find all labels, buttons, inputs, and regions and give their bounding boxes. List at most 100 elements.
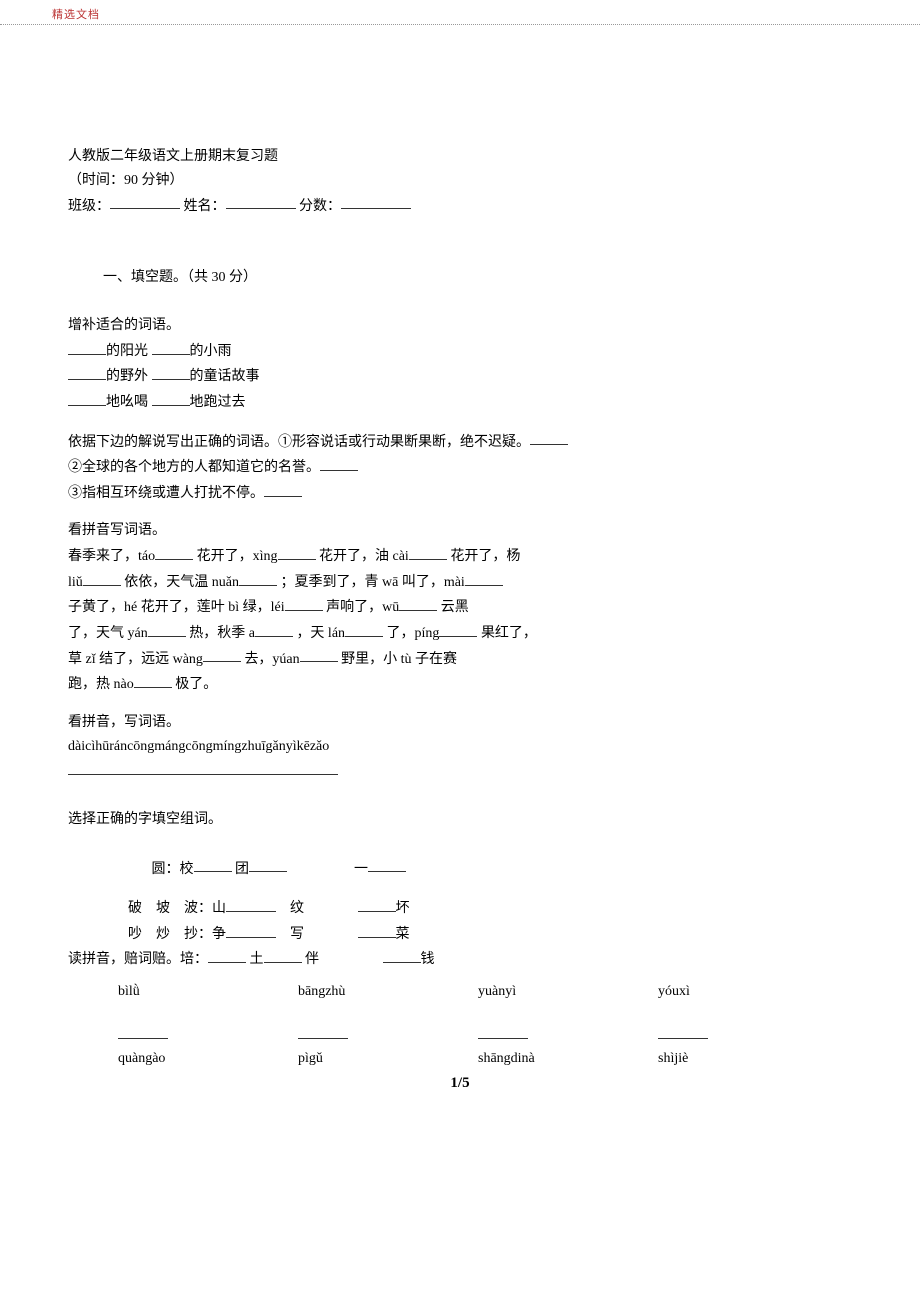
txt: 子黄了，hé 花开了，莲叶 bì [68,600,239,615]
blank [264,480,302,497]
label-class: 班级： [68,198,110,213]
blank [439,620,477,637]
txt: 的童话故事 [190,369,260,384]
q1-line2: 的野外 的童话故事 [68,363,852,389]
txt: 跑，热 nào [68,677,134,692]
blank [134,671,172,688]
q3-l6: 跑，热 nào 极了。 [68,671,852,697]
blank [208,946,246,963]
q5-r3: 吵 炒 抄：争 写 菜 [128,921,852,947]
cell: yóuxì [658,980,838,1004]
blank [152,338,190,355]
blank [278,543,316,560]
txt: 的阳光 [106,344,148,359]
txt: 春季来了，táo [68,549,155,564]
txt: 吵 炒 抄：争 [128,927,226,942]
txt: 云黑 [441,600,469,615]
page-number: 1/5 [68,1071,852,1097]
blank [320,454,358,471]
txt: 声响了，wū [326,600,399,615]
cell: quàngào [118,1047,298,1071]
txt: 依据下边的解说写出正确的词语。①形容说话或行动果断果断，绝不迟疑。 [68,434,530,449]
section-heading-1: 一、填空题。（共 30 分） [68,266,852,290]
txt: 花开了，油 cài [319,549,409,564]
txt: ②全球的各个地方的人都知道它的名誉。 [68,460,320,475]
pinyin-table: bìlǜ bāngzhù yuànyì yóuxì quàngào pìgǔ s… [118,980,852,1071]
blank [358,895,396,912]
blank-long [68,758,338,775]
pinyin-blank-row [118,1022,852,1048]
txt: 圆：校 [152,861,194,876]
txt: 结了，远远 wàng [99,651,203,666]
blank [368,856,406,873]
blank [300,646,338,663]
txt: 绿，léi [243,600,285,615]
txt: 菜 [396,927,410,942]
blank [118,1022,168,1039]
blank [249,856,287,873]
cell: yuànyì [478,980,658,1004]
txt: 破 坡 波：山 [128,901,226,916]
q2-line2: ②全球的各个地方的人都知道它的名誉。 [68,454,852,480]
txt: 了，píng [387,626,440,641]
blank [298,1022,348,1039]
blank-class [110,193,180,210]
blank [399,594,437,611]
q5-r2: 破 坡 波：山 纹 坏 [128,895,852,921]
label-name: 姓名： [184,198,226,213]
blank [358,921,396,938]
blank [409,543,447,560]
q3-l3: 子黄了，hé 花开了，莲叶 bì 绿，léi 声响了，wū 云黑 [68,594,852,620]
cell: bāngzhù [298,980,478,1004]
txt: 坏 [396,901,410,916]
q2-line1: 依据下边的解说写出正确的词语。①形容说话或行动果断果断，绝不迟疑。 [68,429,852,455]
q1-line3: 地吆喝 地跑过去 [68,389,852,415]
txt: 纹 [290,901,304,916]
q2-line3: ③指相互环绕或遭人打扰不停。 [68,480,852,506]
cell: bìlǜ [118,980,298,1004]
blank [478,1022,528,1039]
cell: shìjiè [658,1047,838,1071]
txt: 的小雨 [190,344,232,359]
watermark-text: 精选文档 [52,9,100,21]
txt: 依依，天气温 nuǎn [124,575,239,590]
q5-r4: 读拼音，赔词赔。培： 土 伴 钱 [68,946,852,972]
blank-score [341,193,411,210]
blank [255,620,293,637]
blank [68,363,106,380]
header-watermark: 精选文档 [0,0,920,25]
txt: 去，yúan [244,651,299,666]
txt: 子在赛 [415,651,457,666]
txt: ③指相互环绕或遭人打扰不停。 [68,486,264,501]
blank [465,569,503,586]
txt: 土 [250,952,264,967]
blank [239,569,277,586]
q1-line1: 的阳光 的小雨 [68,338,852,364]
txt: ，天 lán [296,626,345,641]
doc-title: 人教版二年级语文上册期末复习题 [68,145,852,169]
q4-blanks [68,758,852,784]
blank [148,620,186,637]
q3-l2: liǔ 依依，天气温 nuǎn ；夏季到了，青 wā 叫了，mài [68,569,852,595]
blank [658,1022,708,1039]
q3-l4: 了，天气 yán 热，秋季 a ，天 lán 了，píng 果红了， [68,620,852,646]
pinyin-row-2: quàngào pìgǔ shāngdinà shìjiè [118,1047,852,1071]
txt: 写 [290,927,304,942]
blank [194,856,232,873]
doc-subtitle: （时间：90 分钟） [68,169,852,193]
blank [152,389,190,406]
txt: ；夏季到了，青 wā 叫了，mài [281,575,465,590]
txt: 地跑过去 [190,395,246,410]
txt: 花开了，xìng [197,549,278,564]
q5-intro: 选择正确的字填空组词。 [68,808,852,832]
txt: 地吆喝 [106,395,148,410]
blank [383,946,421,963]
cell: shāngdinà [478,1047,658,1071]
blank [155,543,193,560]
q3-l1: 春季来了，táo 花开了，xìng 花开了，油 cài 花开了，杨 [68,543,852,569]
q3-l5: 草 zǐ 结了，远远 wàng 去，yúan 野里，小 tù 子在赛 [68,646,852,672]
blank [203,646,241,663]
txt: 伴 [305,952,319,967]
blank [226,921,276,938]
txt: 钱 [421,952,435,967]
